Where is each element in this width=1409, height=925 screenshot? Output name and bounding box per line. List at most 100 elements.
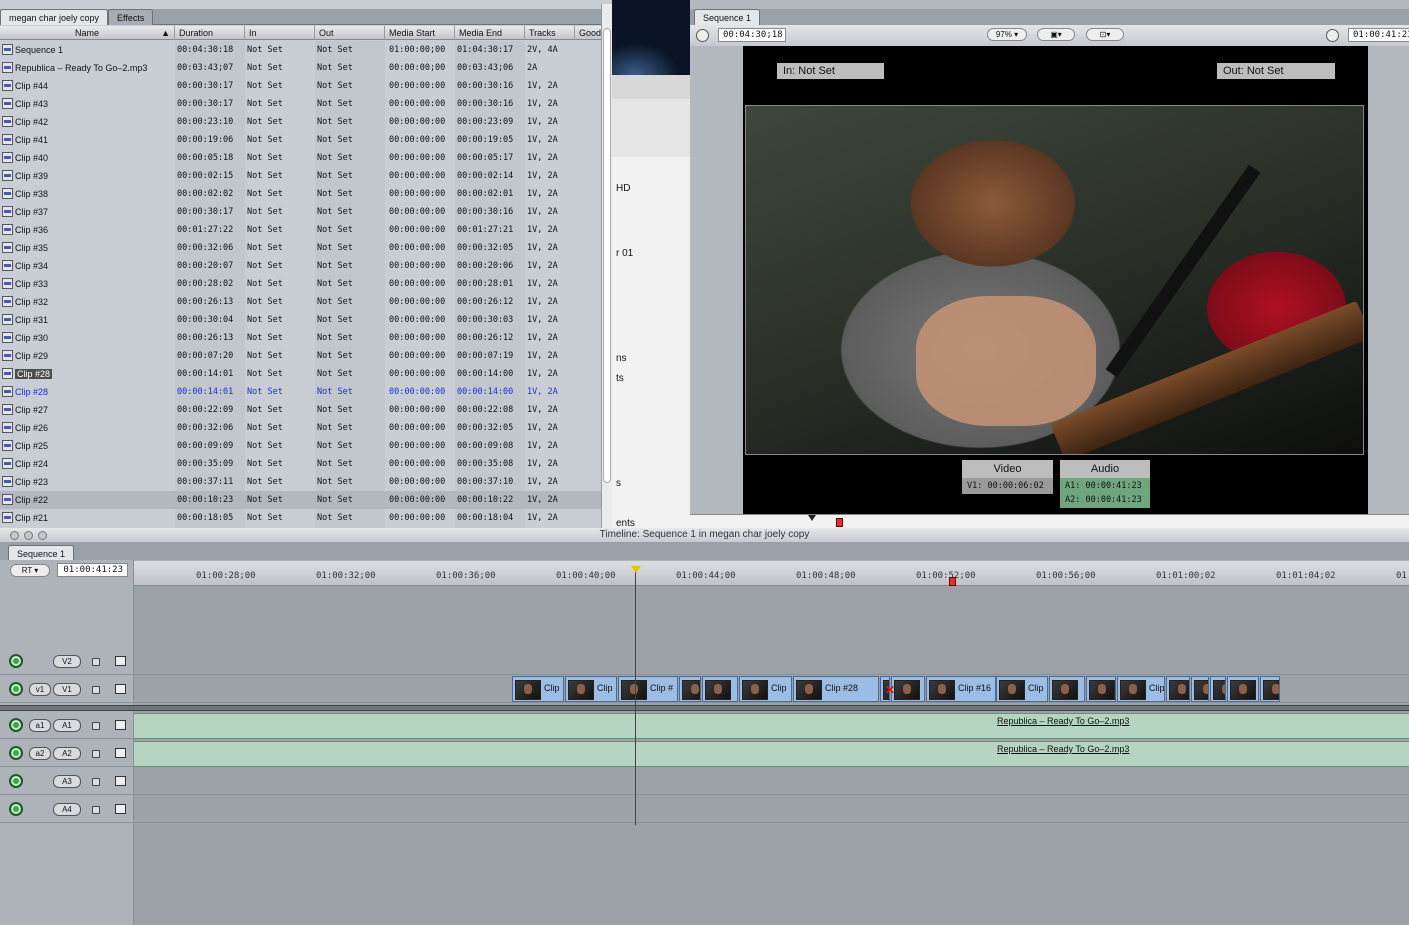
timeline-timecode[interactable]: 01:00:41:23 bbox=[57, 563, 128, 577]
auto-select-icon[interactable] bbox=[115, 684, 126, 694]
auto-select-icon[interactable] bbox=[115, 776, 126, 786]
canvas-scrubber[interactable] bbox=[690, 514, 1409, 528]
video-clip[interactable]: Clip #28 bbox=[793, 676, 879, 702]
video-clip[interactable] bbox=[679, 676, 701, 702]
video-clip[interactable]: Clip # bbox=[618, 676, 678, 702]
video-clip[interactable]: Clip #16 bbox=[926, 676, 996, 702]
video-clip[interactable] bbox=[1260, 676, 1280, 702]
tab-effects[interactable]: Effects bbox=[108, 9, 154, 25]
list-item[interactable]: Clip #26 00:00:32:06 Not Set Not Set 00:00:0… bbox=[0, 419, 604, 437]
video-clip[interactable]: Clip bbox=[512, 676, 564, 702]
auto-select-icon[interactable] bbox=[115, 656, 126, 666]
auto-select-icon[interactable] bbox=[115, 720, 126, 730]
view-popup[interactable]: ▣▾ bbox=[1037, 28, 1075, 41]
list-item[interactable]: Clip #38 00:00:02:02 Not Set Not Set 00:00:0… bbox=[0, 185, 604, 203]
list-item[interactable]: Clip #31 00:00:30:04 Not Set Not Set 00:00:0… bbox=[0, 311, 604, 329]
list-item[interactable]: Sequence 1 00:04:30:18 Not Set Not Set 01:00… bbox=[0, 41, 604, 59]
video-clip[interactable] bbox=[1191, 676, 1209, 702]
track-audio-a4-icon[interactable] bbox=[9, 802, 23, 816]
col-media-start[interactable]: Media Start bbox=[385, 26, 455, 40]
list-item[interactable]: Clip #25 00:00:09:09 Not Set Not Set 00:00:0… bbox=[0, 437, 604, 455]
col-duration[interactable]: Duration bbox=[175, 26, 245, 40]
track-visibility-v2-icon[interactable] bbox=[9, 654, 23, 668]
video-clip[interactable] bbox=[1210, 676, 1226, 702]
playhead-line[interactable] bbox=[635, 569, 636, 825]
list-item[interactable]: Clip #34 00:00:20:07 Not Set Not Set 00:00:0… bbox=[0, 257, 604, 275]
current-timecode[interactable]: 01:00:41:23 bbox=[1348, 28, 1409, 42]
list-item[interactable]: Clip #35 00:00:32:06 Not Set Not Set 00:00:0… bbox=[0, 239, 604, 257]
list-item[interactable]: Clip #28 00:00:14:01 Not Set Not Set 00:00:0… bbox=[0, 365, 604, 383]
col-in[interactable]: In bbox=[245, 26, 315, 40]
audio-clip-a1[interactable]: Republica – Ready To Go–2.mp3 bbox=[134, 713, 1409, 739]
auto-select-icon[interactable] bbox=[115, 804, 126, 814]
video-clip[interactable] bbox=[702, 676, 738, 702]
col-tracks[interactable]: Tracks bbox=[525, 26, 575, 40]
video-clip[interactable] bbox=[1086, 676, 1116, 702]
zoom-popup[interactable]: 97% ▾ bbox=[987, 28, 1027, 41]
col-out[interactable]: Out bbox=[315, 26, 385, 40]
audio-clip-a2[interactable]: Republica – Ready To Go–2.mp3 bbox=[134, 741, 1409, 767]
list-item[interactable]: Clip #39 00:00:02:15 Not Set Not Set 00:00:0… bbox=[0, 167, 604, 185]
list-item[interactable]: Clip #21 00:00:18:05 Not Set Not Set 00:00:0… bbox=[0, 509, 604, 527]
close-icon[interactable] bbox=[10, 531, 19, 540]
video-clip[interactable] bbox=[1166, 676, 1190, 702]
rt-popup[interactable]: RT ▾ bbox=[10, 564, 50, 577]
list-item[interactable]: Clip #37 00:00:30:17 Not Set Not Set 00:00:0… bbox=[0, 203, 604, 221]
video-clip[interactable] bbox=[1227, 676, 1259, 702]
browser-scroll-thumb[interactable] bbox=[603, 28, 611, 483]
duration-timecode[interactable]: 00:04:30;18 bbox=[718, 28, 786, 42]
list-item[interactable]: Clip #22 00:00:10:23 Not Set Not Set 00:00:0… bbox=[0, 491, 604, 509]
list-item[interactable]: Clip #41 00:00:19:06 Not Set Not Set 00:00:0… bbox=[0, 131, 604, 149]
source-v1[interactable]: v1 bbox=[29, 683, 51, 696]
list-item[interactable]: Clip #32 00:00:26:13 Not Set Not Set 00:00:0… bbox=[0, 293, 604, 311]
marker-icon[interactable] bbox=[836, 518, 843, 527]
track-visibility-v1-icon[interactable] bbox=[9, 682, 23, 696]
track-label-v1[interactable]: V1 bbox=[53, 683, 81, 696]
video-clip[interactable]: Clip bbox=[565, 676, 617, 702]
list-item[interactable]: Clip #30 00:00:26:13 Not Set Not Set 00:00:0… bbox=[0, 329, 604, 347]
lock-icon[interactable] bbox=[92, 722, 100, 730]
track-label-v2[interactable]: V2 bbox=[53, 655, 81, 668]
list-item[interactable]: Clip #24 00:00:35:09 Not Set Not Set 00:00:0… bbox=[0, 455, 604, 473]
track-audio-a3-icon[interactable] bbox=[9, 774, 23, 788]
minimize-icon[interactable] bbox=[24, 531, 33, 540]
list-item[interactable]: Clip #44 00:00:30:17 Not Set Not Set 00:00:0… bbox=[0, 77, 604, 95]
list-item[interactable]: Clip #33 00:00:28:02 Not Set Not Set 00:00:0… bbox=[0, 275, 604, 293]
auto-select-icon[interactable] bbox=[115, 748, 126, 758]
list-item[interactable]: Clip #29 00:00:07:20 Not Set Not Set 00:00:0… bbox=[0, 347, 604, 365]
track-audio-a1-icon[interactable] bbox=[9, 718, 23, 732]
list-item[interactable]: Clip #23 00:00:37:11 Not Set Not Set 00:00:0… bbox=[0, 473, 604, 491]
video-clip[interactable]: Clip bbox=[1117, 676, 1165, 702]
track-label-a2[interactable]: A2 bbox=[53, 747, 81, 760]
canvas-viewer[interactable]: In: Not Set Out: Not Set Video V1: 00:00… bbox=[743, 46, 1368, 514]
col-media-end[interactable]: Media End bbox=[455, 26, 525, 40]
track-audio-a2-icon[interactable] bbox=[9, 746, 23, 760]
tab-timeline-sequence-1[interactable]: Sequence 1 bbox=[8, 545, 75, 560]
tab-sequence-1[interactable]: Sequence 1 bbox=[694, 9, 761, 25]
playhead-icon[interactable] bbox=[631, 566, 641, 573]
marker-icon[interactable] bbox=[949, 577, 956, 586]
lock-icon[interactable] bbox=[92, 778, 100, 786]
list-item[interactable]: Republica – Ready To Go–2.mp3 00:03:43;07… bbox=[0, 59, 604, 77]
lock-icon[interactable] bbox=[92, 806, 100, 814]
col-name[interactable]: Name ▲ bbox=[0, 26, 175, 40]
track-label-a3[interactable]: A3 bbox=[53, 775, 81, 788]
track-label-a4[interactable]: A4 bbox=[53, 803, 81, 816]
video-clip[interactable] bbox=[1049, 676, 1085, 702]
list-item[interactable]: Clip #36 00:01:27:22 Not Set Not Set 00:00:0… bbox=[0, 221, 604, 239]
lock-icon[interactable] bbox=[92, 750, 100, 758]
list-item[interactable]: Clip #28 00:00:14:01 Not Set Not Set 00:00:0… bbox=[0, 383, 604, 401]
display-popup[interactable]: ⊡▾ bbox=[1086, 28, 1124, 41]
video-clip[interactable] bbox=[891, 676, 925, 702]
list-item[interactable]: Clip #43 00:00:30:17 Not Set Not Set 00:00:0… bbox=[0, 95, 604, 113]
video-clip[interactable]: Clip bbox=[996, 676, 1048, 702]
source-a1[interactable]: a1 bbox=[29, 719, 51, 732]
edit-point-icon[interactable]: ✕ bbox=[885, 683, 895, 697]
col-good[interactable]: Good bbox=[575, 26, 604, 40]
list-item[interactable]: Clip #42 00:00:23:10 Not Set Not Set 00:00:0… bbox=[0, 113, 604, 131]
timeline-ruler[interactable]: 01:00:28;00 01:00:32;00 01:00:36;00 01:00:4… bbox=[134, 561, 1409, 586]
zoom-icon[interactable] bbox=[38, 531, 47, 540]
lock-icon[interactable] bbox=[92, 686, 100, 694]
video-clip[interactable]: Clip bbox=[739, 676, 792, 702]
lock-icon[interactable] bbox=[92, 658, 100, 666]
